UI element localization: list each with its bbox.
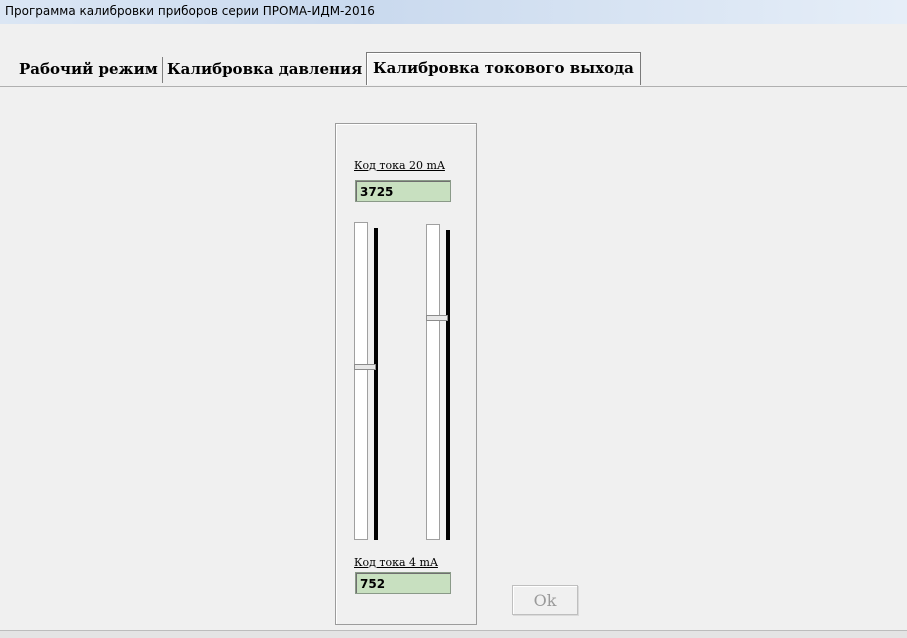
slider-right[interactable]	[424, 224, 456, 540]
code-20ma-field[interactable]: 3725	[355, 180, 451, 202]
code-4ma-field[interactable]: 752	[355, 572, 451, 594]
ok-button[interactable]: Ok	[512, 585, 578, 615]
slider-left-thumb[interactable]	[354, 364, 376, 370]
tab-current-output-calibration[interactable]: Калибровка токового выхода	[366, 52, 641, 85]
title-bar: Программа калибровки приборов серии ПРОМ…	[0, 0, 907, 25]
tab-working-mode[interactable]: Рабочий режим	[15, 57, 163, 83]
slider-right-groove	[446, 230, 450, 540]
slider-right-thumb[interactable]	[426, 315, 448, 321]
tab-divider	[0, 86, 907, 87]
slider-right-track	[426, 224, 440, 540]
code-20ma-label: Код тока 20 mA	[354, 159, 445, 172]
window-title: Программа калибровки приборов серии ПРОМ…	[5, 4, 375, 18]
tab-pressure-calibration[interactable]: Калибровка давления	[163, 57, 368, 83]
app-window: Программа калибровки приборов серии ПРОМ…	[0, 0, 907, 638]
slider-left[interactable]	[352, 222, 384, 540]
slider-left-track	[354, 222, 368, 540]
code-4ma-label: Код тока 4 mA	[354, 556, 438, 569]
slider-left-groove	[374, 228, 378, 540]
tab-strip: Рабочий режим Калибровка давления Калибр…	[0, 24, 907, 86]
